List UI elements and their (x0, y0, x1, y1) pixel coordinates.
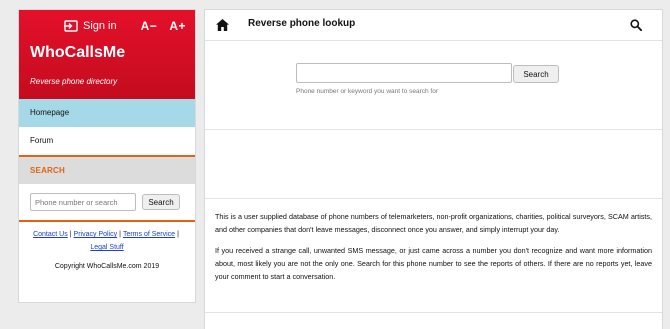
privacy-policy-link[interactable]: Privacy Policy (74, 231, 118, 238)
search-hint: Phone number or keyword you want to sear… (296, 88, 438, 95)
site-tagline: Reverse phone directory (30, 77, 118, 86)
link-separator: | (69, 231, 72, 238)
main-header: Reverse phone lookup (205, 10, 662, 41)
signin-link[interactable]: Sign in (63, 20, 117, 32)
link-separator: | (119, 231, 121, 238)
font-increase-button[interactable]: A+ (169, 19, 186, 33)
font-decrease-button[interactable]: A− (141, 19, 158, 33)
section-divider (205, 312, 662, 313)
page: Sign in A− A+ WhoCallsMe Reverse phone d… (0, 0, 670, 329)
legal-stuff-link[interactable]: Legal Stuff (90, 244, 123, 251)
intro-text: This is a user supplied database of phon… (205, 199, 662, 283)
site-name[interactable]: WhoCallsMe (30, 44, 125, 62)
sidebar-search-heading: Search (19, 155, 195, 184)
sidebar-search-button[interactable]: Search (142, 194, 180, 210)
sidebar-search-form: Search (19, 184, 195, 222)
main-panel: Reverse phone lookup Search Phone number… (205, 10, 662, 329)
contact-us-link[interactable]: Contact Us (33, 231, 68, 238)
main-search-button[interactable]: Search (513, 65, 559, 83)
sidebar: Sign in A− A+ WhoCallsMe Reverse phone d… (19, 10, 195, 302)
terms-of-service-link[interactable]: Terms of Service (123, 231, 175, 238)
search-icon[interactable] (630, 19, 642, 31)
signin-label: Sign in (82, 20, 117, 32)
intro-paragraph: This is a user supplied database of phon… (215, 212, 652, 234)
nav-item-forum[interactable]: Forum (19, 127, 195, 155)
blank-content-slot (205, 130, 662, 199)
home-icon[interactable] (216, 19, 229, 31)
link-separator: | (177, 231, 179, 238)
brand-header: Sign in A− A+ WhoCallsMe Reverse phone d… (19, 10, 195, 99)
main-search-area: Search Phone number or keyword you want … (205, 41, 662, 130)
intro-paragraph: If you received a strange call, unwanted… (215, 246, 652, 281)
page-title: Reverse phone lookup (248, 18, 356, 29)
nav-item-homepage[interactable]: Homepage (19, 99, 195, 127)
copyright: Copyright WhoCallsMe.com 2019 (54, 263, 160, 270)
sidebar-search-input[interactable] (30, 193, 136, 211)
top-toolbar: Sign in A− A+ (63, 19, 186, 33)
main-search-input[interactable] (296, 63, 512, 83)
footer-links: Contact Us | Privacy Policy | Terms of Servi… (19, 222, 195, 254)
signin-icon (63, 20, 78, 32)
